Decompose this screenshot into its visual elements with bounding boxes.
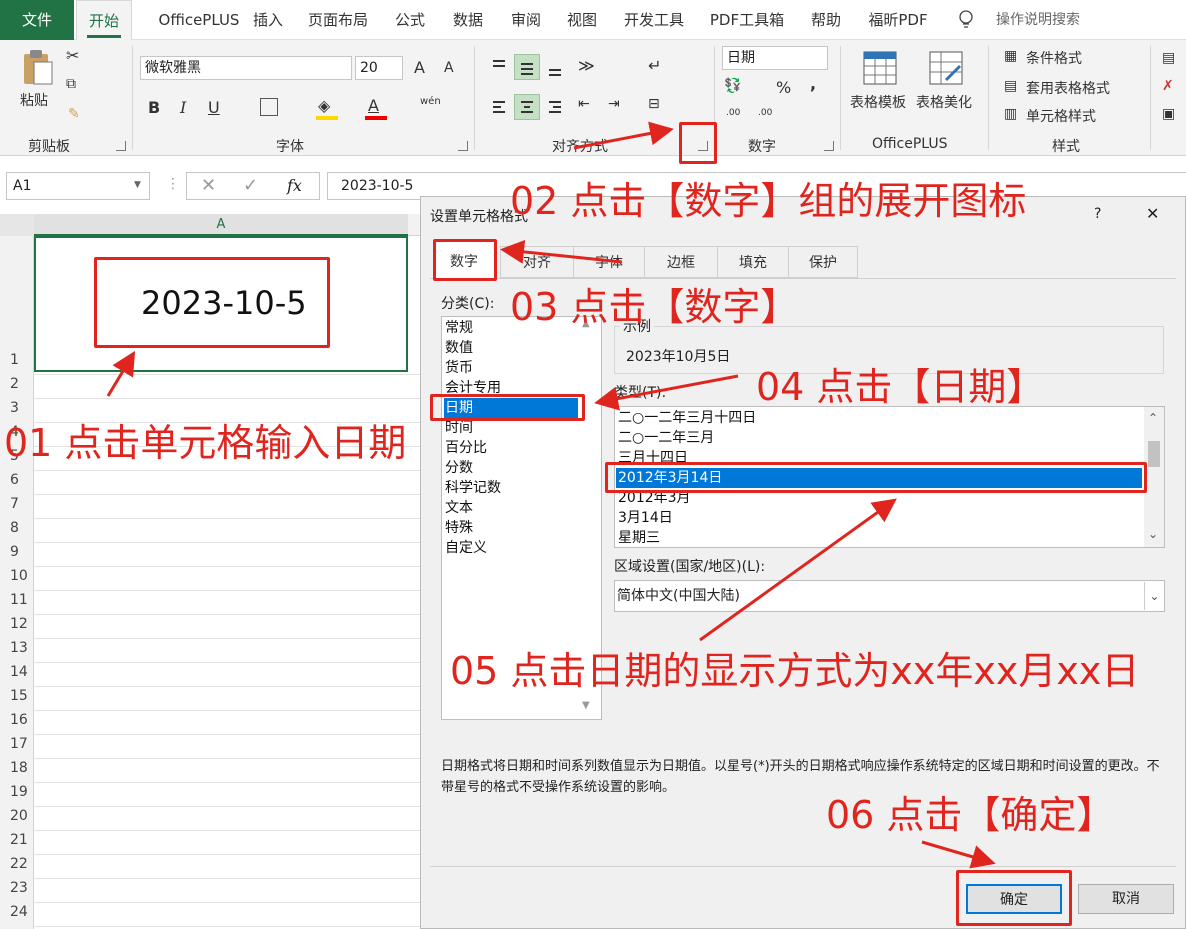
annotation-03: 03 点击【数字】	[510, 285, 799, 329]
arrow-03	[500, 239, 623, 264]
annotation-01: 01 点击单元格输入日期	[4, 421, 407, 465]
arrow-05	[699, 498, 897, 642]
annotation-04: 04 点击【日期】	[756, 365, 1045, 409]
annotation-06: 06 点击【确定】	[826, 793, 1115, 837]
annotation-05: 05 点击日期的显示方式为xx年xx月xx日	[450, 649, 1140, 693]
arrow-04	[594, 374, 739, 411]
annotation-02: 02 点击【数字】组的展开图标	[510, 179, 1027, 223]
arrow-01	[106, 350, 136, 397]
arrow-06	[921, 840, 996, 869]
arrow-02	[573, 121, 674, 150]
